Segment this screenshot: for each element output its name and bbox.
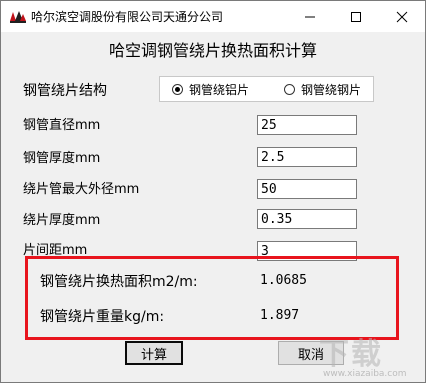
app-logo-icon (9, 9, 27, 24)
watermark-url: www.xiazaiba.com (323, 369, 407, 379)
maximize-button[interactable] (333, 1, 379, 32)
pipe-diameter-label: 钢管直径mm (23, 118, 101, 133)
radio-steel-aluminum-fin[interactable]: 钢管绕铝片 (172, 81, 249, 98)
close-button[interactable] (379, 1, 425, 32)
heat-exchange-area-value: 1.0685 (260, 273, 307, 288)
calculate-button[interactable]: 计算 (125, 341, 183, 365)
structure-label: 钢管绕片结构 (23, 83, 107, 99)
weight-label: 钢管绕片重量kg/m: (40, 309, 165, 325)
structure-radio-group: 钢管绕铝片 钢管绕钢片 (159, 76, 374, 102)
minimize-button[interactable] (287, 1, 333, 32)
fin-max-outer-diameter-label: 绕片管最大外径mm (23, 182, 140, 197)
radio-label: 钢管绕钢片 (301, 83, 362, 97)
watermark-text: 下载 (319, 337, 383, 372)
title-bar[interactable]: 哈尔滨空调股份有限公司天通分公司 (1, 1, 425, 32)
radio-selected-icon (172, 84, 183, 95)
maximize-icon (351, 12, 361, 22)
fin-max-outer-diameter-input[interactable] (257, 179, 357, 199)
dialog-heading: 哈空调钢管绕片换热面积计算 (108, 41, 317, 60)
pipe-thickness-input[interactable] (257, 147, 357, 167)
pipe-diameter-input[interactable] (257, 115, 357, 135)
heat-exchange-area-label: 钢管绕片换热面积m2/m: (40, 274, 198, 290)
radio-label: 钢管绕铝片 (189, 83, 250, 97)
fin-thickness-input[interactable] (257, 209, 357, 229)
radio-steel-steel-fin[interactable]: 钢管绕钢片 (284, 81, 361, 98)
pipe-thickness-label: 钢管厚度mm (23, 151, 101, 166)
results-highlight-box: 钢管绕片换热面积m2/m: 1.0685 钢管绕片重量kg/m: 1.897 (25, 256, 399, 340)
minimize-icon (305, 16, 315, 18)
close-icon (396, 11, 408, 23)
fin-thickness-label: 绕片厚度mm (23, 213, 101, 228)
weight-value: 1.897 (260, 308, 300, 323)
window-title: 哈尔滨空调股份有限公司天通分公司 (31, 10, 224, 24)
radio-unselected-icon (284, 84, 295, 95)
app-window: 哈尔滨空调股份有限公司天通分公司 哈空调钢管绕片换热面积计算 钢管绕片结构 钢管… (0, 0, 426, 383)
